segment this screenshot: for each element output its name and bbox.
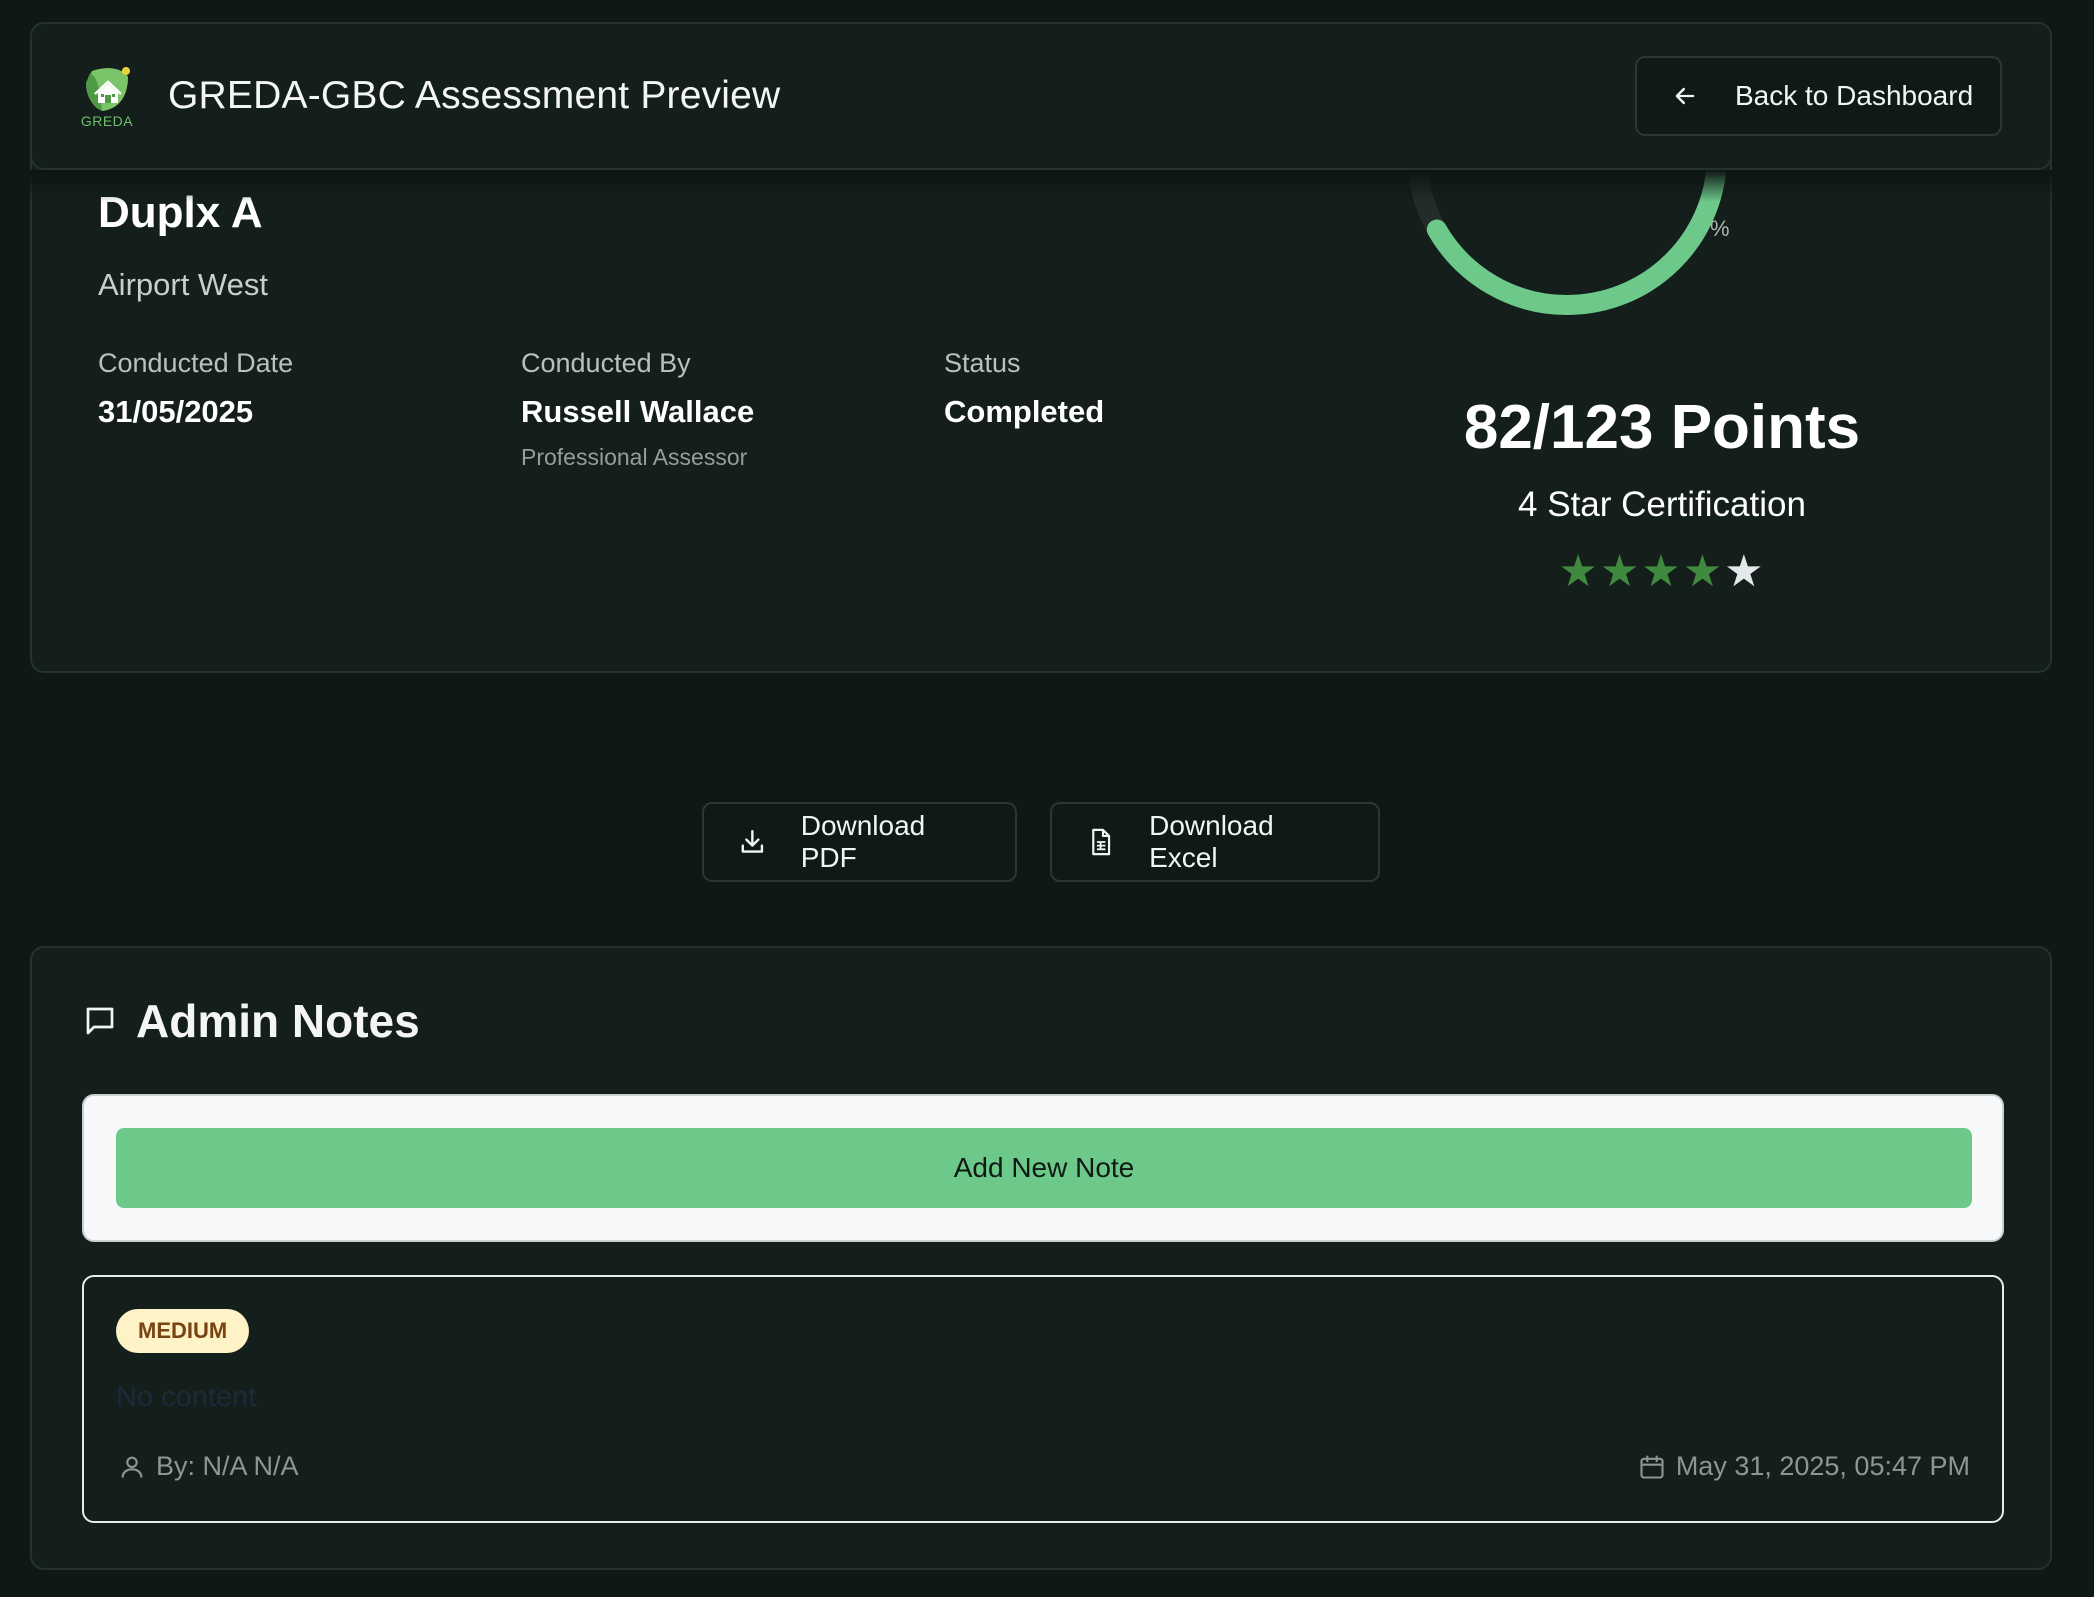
download-excel-button[interactable]: Download Excel (1050, 802, 1380, 882)
note-item: MEDIUM No content By: N/A N/A May 31, 20… (82, 1275, 2004, 1523)
user-icon (121, 1456, 143, 1478)
add-note-panel: Add New Note (82, 1094, 2004, 1242)
admin-notes-title: Admin Notes (136, 995, 420, 1047)
admin-notes-header: Admin Notes (82, 994, 420, 1048)
download-excel-label: Download Excel (1149, 810, 1274, 873)
status-label: Status (944, 348, 1021, 378)
conducted-by-label: Conducted By (521, 348, 691, 378)
back-button-label: Back to Dashboard (1735, 80, 1974, 111)
page-title: GREDA-GBC Assessment Preview (168, 74, 781, 117)
star-filled-icon: ★ (1599, 547, 1642, 596)
admin-notes-card: Admin Notes Add New Note MEDIUM No conte… (30, 946, 2052, 1570)
leaf-house-icon (86, 67, 130, 111)
add-new-note-button[interactable]: Add New Note (116, 1128, 1972, 1208)
download-pdf-label: Download PDF (800, 810, 926, 873)
logo-text: GREDA (80, 113, 134, 129)
points-total: 82/123 Points (1463, 393, 1861, 462)
status-value: Completed (944, 394, 1105, 429)
star-filled-icon: ★ (1682, 547, 1725, 596)
note-author-text: By: N/A N/A (156, 1451, 299, 1481)
assessor-role: Professional Assessor (521, 444, 748, 470)
status-block: Status Completed (944, 348, 1104, 430)
conducted-by-value: Russell Wallace (521, 394, 755, 429)
star-empty-icon: ★ (1724, 547, 1766, 596)
conducted-date-value: 31/05/2025 (98, 394, 254, 429)
conducted-by-block: Conducted By Russell Wallace Professiona… (521, 348, 754, 471)
download-actions: Download PDF Download Excel (702, 802, 1380, 882)
priority-badge: MEDIUM (116, 1309, 250, 1353)
assessment-summary-card: Duplx A Airport West Conducted Date 31/0… (30, 150, 2052, 673)
download-icon (741, 830, 764, 853)
download-pdf-button[interactable]: Download PDF (702, 802, 1017, 882)
star-rating: ★★★★★ (1332, 550, 1992, 594)
scroll-shadow (30, 170, 2052, 202)
spreadsheet-file-icon (1092, 828, 1111, 856)
gauge-percent-sign: % (1710, 216, 1730, 241)
greda-logo: GREDA (78, 63, 136, 129)
back-to-dashboard-button[interactable]: Back to Dashboard (1635, 56, 2002, 136)
conducted-date-block: Conducted Date 31/05/2025 (98, 348, 293, 430)
note-date: May 31, 2025, 05:47 PM (1638, 1451, 1970, 1482)
top-header: GREDA GREDA-GBC Assessment Preview Back … (30, 22, 2052, 170)
message-square-icon (86, 1007, 114, 1035)
score-panel: % 82/123 Points 4 Star Certification ★★★… (1332, 150, 1992, 671)
project-location: Airport West (98, 267, 268, 302)
note-author: By: N/A N/A (118, 1451, 299, 1482)
star-filled-icon: ★ (1641, 547, 1683, 596)
star-filled-icon: ★ (1558, 547, 1600, 596)
certification-level: 4 Star Certification (1518, 485, 1806, 524)
conducted-date-label: Conducted Date (98, 348, 294, 378)
note-date-text: May 31, 2025, 05:47 PM (1675, 1451, 1970, 1481)
calendar-icon (1640, 1454, 1664, 1479)
arrow-left-icon (1675, 87, 1695, 105)
note-content: No content (116, 1381, 257, 1413)
